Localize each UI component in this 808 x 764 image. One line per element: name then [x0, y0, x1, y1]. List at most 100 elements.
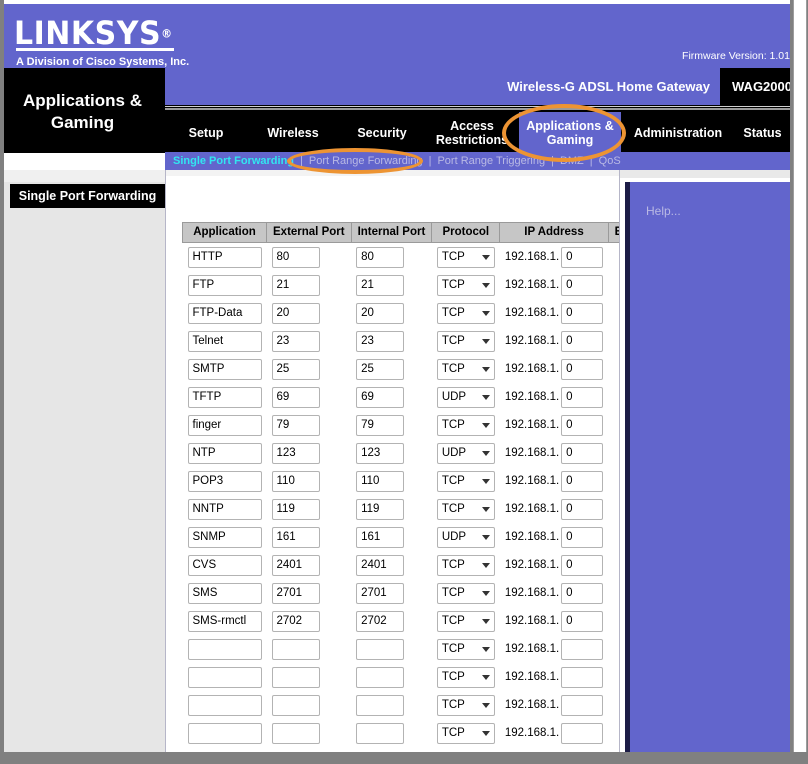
ip-suffix-input[interactable]: 0	[561, 386, 604, 408]
tab-applications-gaming[interactable]: Applications & Gaming	[519, 112, 621, 153]
protocol-select[interactable]: TCP	[436, 470, 495, 492]
tab-administration[interactable]: Administration	[621, 112, 735, 153]
internal-port-input[interactable]: 25	[356, 358, 405, 380]
protocol-select[interactable]: TCP	[436, 582, 495, 604]
ip-suffix-input[interactable]: 0	[561, 358, 604, 380]
internal-port-input[interactable]: 2701	[356, 582, 405, 604]
application-input[interactable]: Telnet	[187, 330, 262, 352]
external-port-input[interactable]: 79	[271, 414, 320, 436]
internal-port-input[interactable]: 79	[356, 414, 405, 436]
internal-port-input[interactable]	[356, 666, 405, 688]
ip-suffix-input[interactable]: 0	[561, 610, 604, 632]
ip-suffix-input[interactable]	[561, 722, 604, 744]
application-input[interactable]	[187, 722, 262, 744]
ip-suffix-input[interactable]	[561, 638, 604, 660]
internal-port-input[interactable]: 69	[356, 386, 405, 408]
ip-suffix-input[interactable]: 0	[561, 470, 604, 492]
internal-port-input[interactable]	[356, 722, 405, 744]
protocol-select[interactable]: TCP	[436, 358, 495, 380]
protocol-select[interactable]: UDP	[436, 442, 495, 464]
external-port-input[interactable]: 21	[271, 274, 320, 296]
subnav-item-dmz[interactable]: DMZ	[554, 155, 590, 167]
external-port-input[interactable]: 123	[271, 442, 320, 464]
internal-port-input[interactable]: 80	[356, 246, 405, 268]
protocol-select[interactable]: TCP	[436, 666, 495, 688]
application-input[interactable]: finger	[187, 414, 262, 436]
protocol-select[interactable]: TCP	[436, 246, 495, 268]
tab-security[interactable]: Security	[339, 112, 425, 153]
external-port-input[interactable]	[271, 638, 320, 660]
protocol-select[interactable]: UDP	[436, 526, 495, 548]
application-input[interactable]: SNMP	[187, 526, 262, 548]
external-port-input[interactable]	[271, 694, 320, 716]
internal-port-input[interactable]: 123	[356, 442, 405, 464]
application-input[interactable]: NTP	[187, 442, 262, 464]
application-input[interactable]: POP3	[187, 470, 262, 492]
ip-suffix-input[interactable]: 0	[561, 414, 604, 436]
protocol-select[interactable]: TCP	[436, 722, 495, 744]
protocol-select[interactable]: TCP	[436, 414, 495, 436]
ip-suffix-input[interactable]: 0	[561, 246, 604, 268]
protocol-select[interactable]: TCP	[436, 498, 495, 520]
internal-port-input[interactable]: 119	[356, 498, 405, 520]
protocol-select[interactable]: TCP	[436, 302, 495, 324]
tab-access-restrictions[interactable]: Access Restrictions	[425, 112, 519, 153]
external-port-input[interactable]: 119	[271, 498, 320, 520]
protocol-select[interactable]: UDP	[436, 386, 495, 408]
ip-suffix-input[interactable]: 0	[561, 330, 604, 352]
external-port-input[interactable]	[271, 722, 320, 744]
application-input[interactable]: CVS	[187, 554, 262, 576]
ip-suffix-input[interactable]	[561, 694, 604, 716]
ip-suffix-input[interactable]: 0	[561, 274, 604, 296]
protocol-select[interactable]: TCP	[436, 610, 495, 632]
internal-port-input[interactable]: 2401	[356, 554, 405, 576]
external-port-input[interactable]: 69	[271, 386, 320, 408]
ip-suffix-input[interactable]: 0	[561, 526, 604, 548]
application-input[interactable]: FTP-Data	[187, 302, 262, 324]
application-input[interactable]	[187, 694, 262, 716]
subnav-item-port-range-triggering[interactable]: Port Range Triggering	[431, 155, 551, 167]
internal-port-input[interactable]: 21	[356, 274, 405, 296]
external-port-input[interactable]: 2702	[271, 610, 320, 632]
internal-port-input[interactable]: 23	[356, 330, 405, 352]
application-input[interactable]: SMS	[187, 582, 262, 604]
ip-suffix-input[interactable]: 0	[561, 582, 604, 604]
protocol-select[interactable]: TCP	[436, 274, 495, 296]
internal-port-input[interactable]: 20	[356, 302, 405, 324]
application-input[interactable]	[187, 666, 262, 688]
ip-suffix-input[interactable]: 0	[561, 442, 604, 464]
ip-suffix-input[interactable]	[561, 666, 604, 688]
external-port-input[interactable]: 110	[271, 470, 320, 492]
application-input[interactable]: NNTP	[187, 498, 262, 520]
internal-port-input[interactable]: 161	[356, 526, 405, 548]
ip-suffix-input[interactable]: 0	[561, 554, 604, 576]
protocol-select[interactable]: TCP	[436, 554, 495, 576]
help-link[interactable]: Help...	[646, 204, 681, 218]
internal-port-input[interactable]: 2702	[356, 610, 405, 632]
tab-wireless[interactable]: Wireless	[247, 112, 339, 153]
application-input[interactable]: TFTP	[187, 386, 262, 408]
external-port-input[interactable]: 2701	[271, 582, 320, 604]
application-input[interactable]: SMS-rmctl	[187, 610, 262, 632]
external-port-input[interactable]: 20	[271, 302, 320, 324]
internal-port-input[interactable]: 110	[356, 470, 405, 492]
protocol-select[interactable]: TCP	[436, 638, 495, 660]
external-port-input[interactable]: 25	[271, 358, 320, 380]
application-input[interactable]: HTTP	[187, 246, 262, 268]
tab-status[interactable]: Status	[735, 112, 790, 153]
external-port-input[interactable]: 80	[271, 246, 320, 268]
external-port-input[interactable]: 161	[271, 526, 320, 548]
subnav-item-single-port-forwarding[interactable]: Single Port Forwarding	[165, 155, 300, 167]
external-port-input[interactable]	[271, 666, 320, 688]
external-port-input[interactable]: 23	[271, 330, 320, 352]
protocol-select[interactable]: TCP	[436, 694, 495, 716]
application-input[interactable]	[187, 638, 262, 660]
internal-port-input[interactable]	[356, 694, 405, 716]
subnav-item-qos[interactable]: QoS	[593, 155, 627, 167]
application-input[interactable]: FTP	[187, 274, 262, 296]
external-port-input[interactable]: 2401	[271, 554, 320, 576]
vertical-scrollbar[interactable]	[793, 0, 807, 752]
tab-setup[interactable]: Setup	[165, 112, 247, 153]
ip-suffix-input[interactable]: 0	[561, 498, 604, 520]
ip-suffix-input[interactable]: 0	[561, 302, 604, 324]
